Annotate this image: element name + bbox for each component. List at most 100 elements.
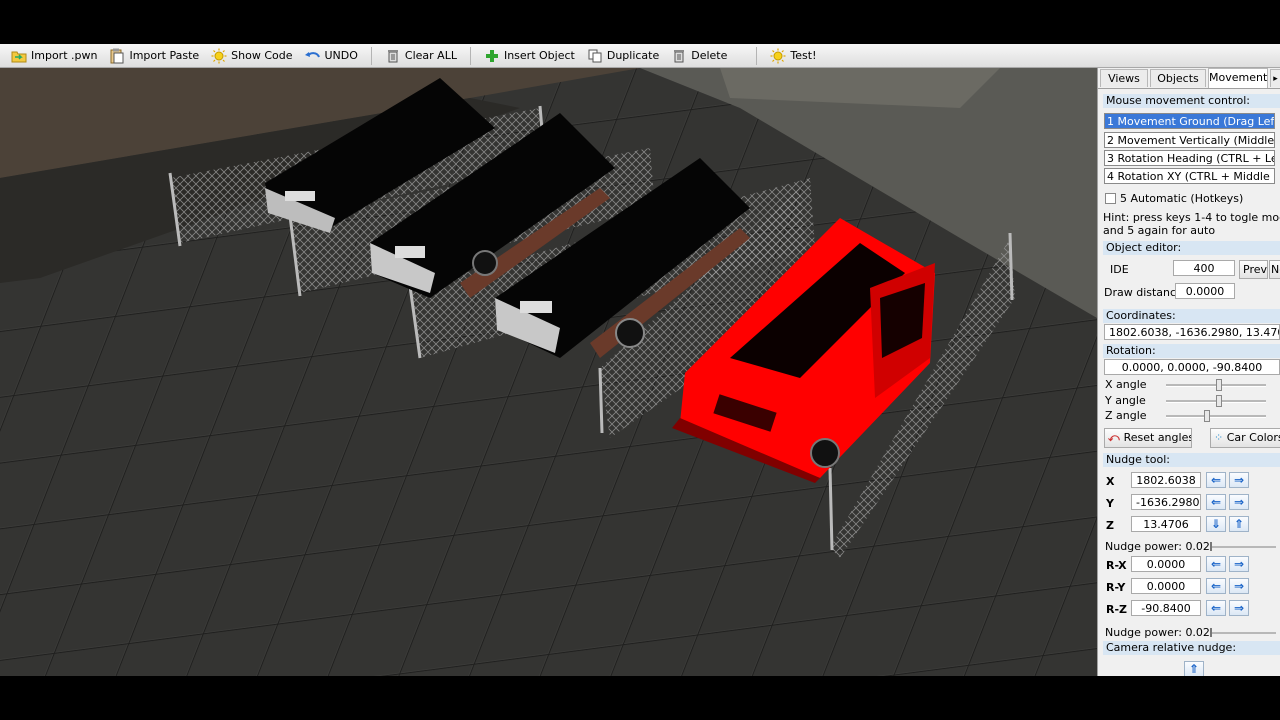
palette-icon: ⁘ [1214, 431, 1227, 444]
nudge-z-label: Z [1106, 519, 1114, 532]
nudge-power-slider[interactable] [1210, 542, 1276, 551]
reset-angles-label: Reset angles [1123, 431, 1192, 444]
import-paste-button[interactable]: Import Paste [104, 45, 204, 67]
nudge-rz-field[interactable]: -90.8400 [1131, 600, 1201, 616]
camera-relative-header: Camera relative nudge: [1103, 641, 1280, 655]
tab-views[interactable]: Views [1100, 69, 1148, 87]
y-angle-thumb[interactable] [1216, 395, 1222, 407]
tab-movement[interactable]: Movement [1208, 68, 1268, 88]
tab-scroll-right[interactable]: ▸ [1270, 69, 1280, 87]
nudge-z-field[interactable]: 13.4706 [1131, 516, 1201, 532]
nudge-power-thumb[interactable] [1210, 542, 1212, 551]
top-letterbox [0, 0, 1280, 44]
draw-distance-field[interactable]: 0.0000 [1175, 283, 1235, 299]
toolbar-separator [370, 46, 372, 65]
scene-render [0, 68, 1097, 676]
clear-all-label: Clear ALL [404, 49, 457, 62]
auto-hotkeys-label: 5 Automatic (Hotkeys) [1120, 192, 1244, 205]
mode-rotation-heading[interactable]: 3 Rotation Heading (CTRL + Left mouse) [1104, 150, 1275, 166]
nudge-y-field[interactable]: -1636.2980 [1131, 494, 1201, 510]
clear-all-button[interactable]: Clear ALL [380, 45, 462, 67]
trash-icon [385, 48, 401, 64]
movement-panel: Views Objects Movement ▸ Mouse movement … [1097, 68, 1280, 676]
undo-arrow-icon [304, 48, 321, 64]
delete-button[interactable]: Delete [666, 45, 732, 67]
nudge-x-plus[interactable]: ⇒ [1229, 472, 1249, 488]
show-code-label: Show Code [231, 49, 293, 62]
import-pwn-label: Import .pwn [31, 49, 98, 62]
x-angle-slider[interactable] [1166, 379, 1266, 391]
nudge-rz-minus[interactable]: ⇐ [1206, 600, 1226, 616]
nudge-x-label: X [1106, 475, 1115, 488]
nudge-rz-plus[interactable]: ⇒ [1229, 600, 1249, 616]
z-angle-thumb[interactable] [1204, 410, 1210, 422]
z-angle-label: Z angle [1105, 409, 1147, 422]
z-angle-slider[interactable] [1166, 410, 1266, 422]
panel-tabs: Views Objects Movement ▸ [1098, 68, 1280, 89]
ide-field[interactable]: 400 [1173, 260, 1235, 276]
3d-viewport[interactable] [0, 68, 1097, 676]
nudge-y-minus[interactable]: ⇐ [1206, 494, 1226, 510]
nudge-y-plus[interactable]: ⇒ [1229, 494, 1249, 510]
y-angle-slider[interactable] [1166, 395, 1266, 407]
nudge-rx-field[interactable]: 0.0000 [1131, 556, 1201, 572]
sun-icon [211, 48, 227, 64]
nudge-z-down[interactable]: ⇓ [1206, 516, 1226, 532]
mouse-movement-header: Mouse movement control: [1103, 94, 1280, 108]
hint-text-2: and 5 again for auto [1103, 224, 1216, 237]
rotation-header: Rotation: [1103, 344, 1280, 358]
nudge-z-up[interactable]: ⇑ [1229, 516, 1249, 532]
rotation-field[interactable]: 0.0000, 0.0000, -90.8400 [1104, 359, 1280, 375]
nudge-rx-minus[interactable]: ⇐ [1206, 556, 1226, 572]
insert-object-label: Insert Object [503, 49, 575, 62]
test-button[interactable]: Test! [765, 45, 821, 67]
nudge-x-minus[interactable]: ⇐ [1206, 472, 1226, 488]
nudge-y-label: Y [1106, 497, 1114, 510]
auto-hotkeys-checkbox[interactable] [1105, 193, 1116, 204]
reset-icon: ⤺ [1108, 431, 1124, 444]
toolbar-separator [756, 46, 758, 65]
toolbar: Import .pwn Import Paste Show Code UNDO … [0, 44, 1280, 68]
duplicate-button[interactable]: Duplicate [582, 45, 664, 67]
tab-objects[interactable]: Objects [1150, 69, 1206, 87]
coordinates-header: Coordinates: [1103, 309, 1280, 323]
nudge-power-slider-2[interactable] [1210, 628, 1276, 637]
hint-text: Hint: press keys 1-4 to togle mode [1103, 211, 1280, 224]
mode-movement-vertical[interactable]: 2 Movement Vertically (Middle mouse) [1104, 132, 1275, 148]
undo-label: UNDO [324, 49, 358, 62]
bottom-letterbox [0, 676, 1280, 720]
car-colors-button[interactable]: ⁘ Car Colors [1210, 428, 1280, 448]
next-button[interactable]: Ne [1269, 260, 1280, 279]
copy-icon [587, 48, 603, 64]
import-pwn-button[interactable]: Import .pwn [6, 45, 102, 67]
x-angle-label: X angle [1105, 378, 1147, 391]
trash-icon [671, 48, 687, 64]
y-angle-label: Y angle [1105, 394, 1146, 407]
nudge-x-field[interactable]: 1802.6038 [1131, 472, 1201, 488]
undo-button[interactable]: UNDO [300, 45, 363, 67]
nudge-power-label-2: Nudge power: 0.02 [1105, 626, 1210, 639]
camera-nudge-up[interactable]: ⇑ [1184, 661, 1204, 676]
nudge-ry-minus[interactable]: ⇐ [1206, 578, 1226, 594]
plus-icon [484, 48, 500, 64]
nudge-rx-label: R-X [1106, 559, 1127, 572]
folder-arrow-icon [11, 48, 27, 64]
reset-angles-button[interactable]: ⤺ Reset angles [1104, 428, 1192, 448]
nudge-rz-label: R-Z [1106, 603, 1128, 616]
show-code-button[interactable]: Show Code [206, 45, 297, 67]
prev-button[interactable]: Prev [1239, 260, 1268, 279]
delete-label: Delete [691, 49, 728, 62]
mode-rotation-xy[interactable]: 4 Rotation XY (CTRL + Middle mouse) [1104, 168, 1275, 184]
nudge-ry-field[interactable]: 0.0000 [1131, 578, 1201, 594]
import-paste-label: Import Paste [129, 49, 200, 62]
mode-movement-ground[interactable]: 1 Movement Ground (Drag Left mouse) [1104, 113, 1275, 129]
x-angle-thumb[interactable] [1216, 379, 1222, 391]
nudge-rx-plus[interactable]: ⇒ [1229, 556, 1249, 572]
coordinates-field[interactable]: 1802.6038, -1636.2980, 13.4706 [1104, 324, 1280, 340]
nudge-ry-plus[interactable]: ⇒ [1229, 578, 1249, 594]
nudge-power-thumb-2[interactable] [1210, 628, 1212, 637]
ide-label: IDE [1110, 263, 1129, 276]
insert-object-button[interactable]: Insert Object [479, 45, 580, 67]
sun-icon [770, 48, 786, 64]
toolbar-separator [469, 46, 471, 65]
